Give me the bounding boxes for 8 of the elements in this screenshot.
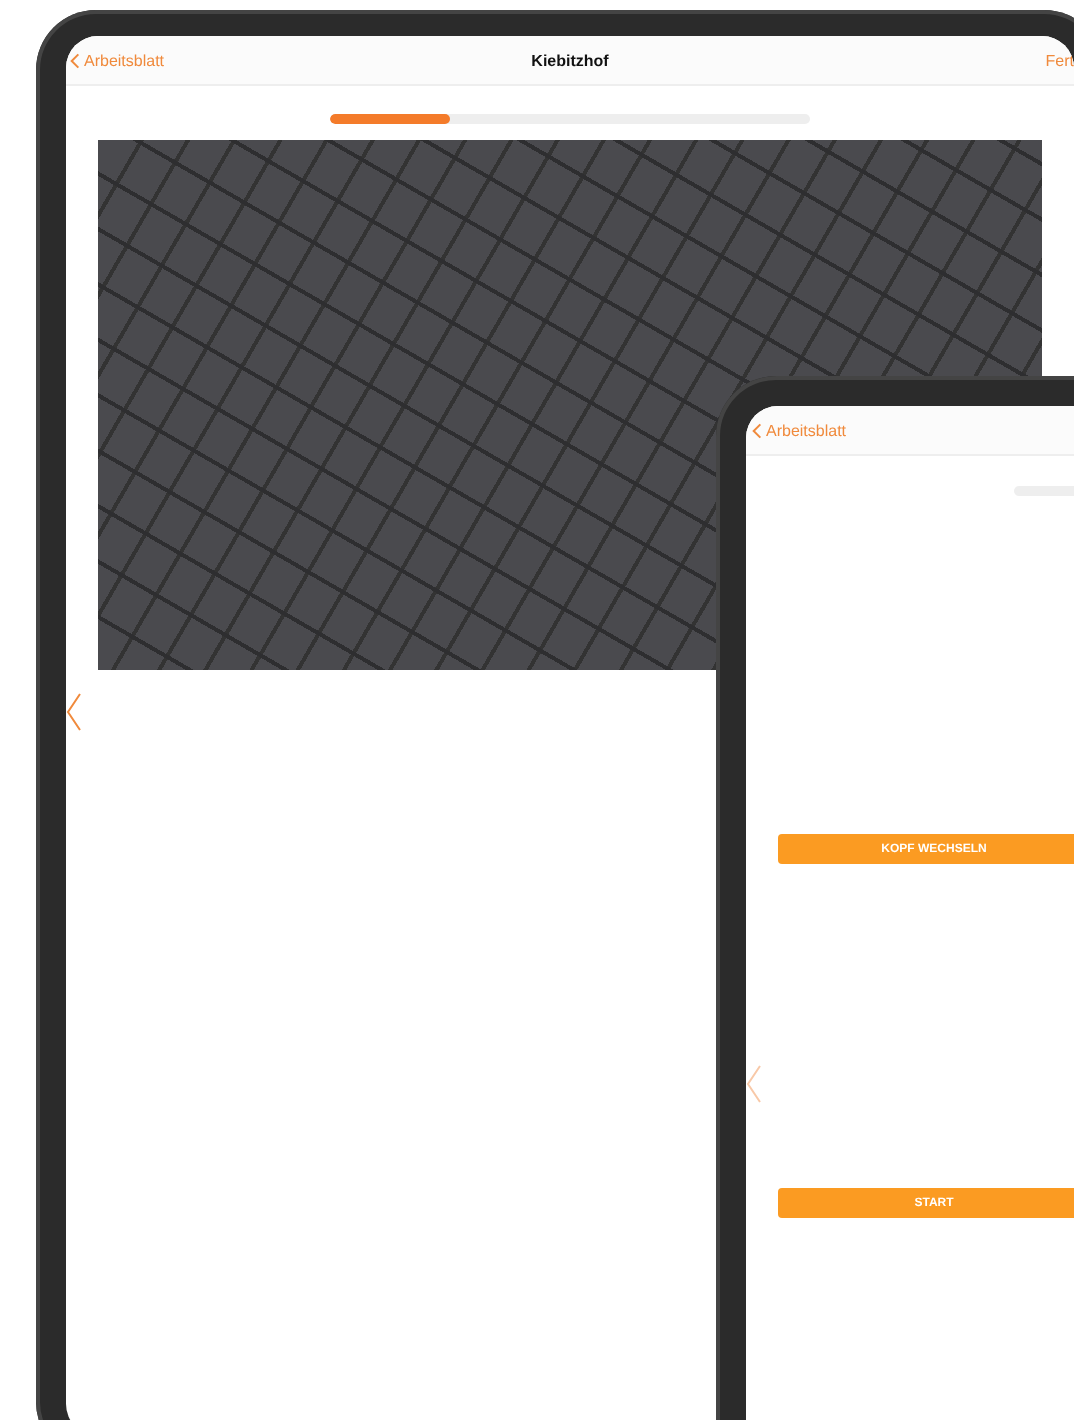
screen-title: Kiebitzhof <box>531 51 609 69</box>
chevron-left-icon[interactable] <box>66 692 82 732</box>
back-link[interactable]: Arbeitsblatt <box>746 421 847 439</box>
back-link[interactable]: Arbeitsblatt <box>66 51 165 69</box>
action-link[interactable]: Fert <box>1045 51 1074 69</box>
back-chevron-icon[interactable] <box>752 421 762 439</box>
back-chevron-icon[interactable] <box>70 51 80 69</box>
chevron-left-icon[interactable] <box>746 1064 762 1104</box>
